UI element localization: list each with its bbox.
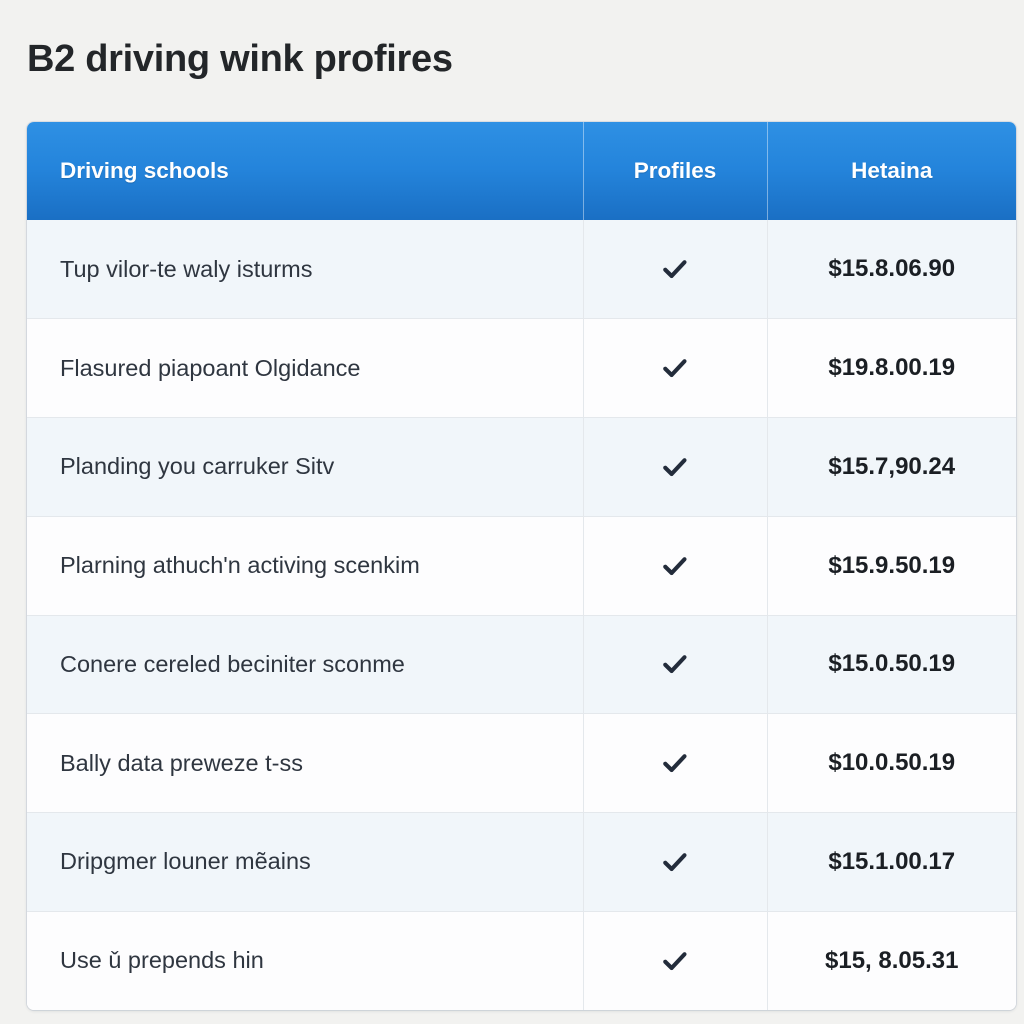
check-icon (660, 748, 690, 778)
check-icon (660, 649, 690, 679)
cell-driving-school-name: Planding you carruker Sitv (27, 417, 584, 517)
check-icon (660, 551, 690, 581)
page-root: B2 driving wink profires Driving schools… (0, 0, 1024, 1024)
cell-driving-school-name: Conere cereled beciniter sconme (27, 614, 584, 714)
column-header-hetaina[interactable]: Hetaina (767, 122, 1016, 220)
cell-driving-school-name: Flasured piapoant Olgidance (27, 318, 584, 418)
table-row[interactable]: Flasured piapoant Olgidance $19.8.00.19 (27, 318, 1016, 418)
cell-hetaina-price: $15.9.50.19 (767, 515, 1016, 615)
page-title: B2 driving wink profires (27, 38, 453, 80)
cell-driving-school-name: Plarning athuch'n activing scenkim (27, 515, 584, 615)
cell-profiles (583, 614, 768, 714)
check-icon (660, 353, 690, 383)
cell-profiles (583, 910, 768, 1010)
cell-hetaina-price: $15.8.06.90 (828, 255, 956, 283)
table-header: Driving schools Profiles Hetaina (27, 122, 1016, 220)
cell-hetaina-price: $15.0.50.19 (767, 614, 1016, 714)
table-row[interactable]: Dripgmer louner mẽains $15.1.00.17 (27, 812, 1016, 912)
table-row[interactable]: Bally data preweze t-ss $10.0.50.19 (27, 713, 1016, 813)
cell-profiles (583, 318, 768, 418)
check-icon (660, 254, 690, 284)
table-header-row: Driving schools Profiles Hetaina (27, 122, 1016, 220)
cell-hetaina-price: $19.8.00.19 (767, 318, 1016, 418)
cell-profiles (583, 220, 768, 319)
table-row[interactable]: Use ǔ prepends hin $15, 8.05.31 (27, 910, 1016, 1010)
check-icon (660, 946, 690, 976)
cell-profiles (583, 417, 768, 517)
column-header-driving-schools[interactable]: Driving schools (27, 122, 584, 220)
cell-profiles (583, 812, 768, 912)
cell-driving-school-name: Bally data preweze t-ss (27, 713, 584, 813)
check-icon (660, 847, 690, 877)
cell-hetaina-price: $15.7,90.24 (767, 417, 1016, 517)
table-row[interactable]: Tup vilor-te waly isturms $15.8.06.90 (27, 220, 1016, 319)
cell-hetaina-price: $15.1.00.17 (767, 812, 1016, 912)
table-row[interactable]: Conere cereled beciniter sconme $15.0.50.… (27, 614, 1016, 714)
cell-profiles (583, 515, 768, 615)
cell-driving-school-name: Tup vilor-te waly isturms (27, 220, 584, 319)
table-row[interactable]: Plarning athuch'n activing scenkim $15.9.… (27, 515, 1016, 615)
driving-schools-table-card: Driving schools Profiles Hetaina Tup vil… (27, 122, 1016, 1010)
check-icon (660, 452, 690, 482)
cell-driving-school-name: Dripgmer louner mẽains (27, 812, 584, 912)
cell-profiles (583, 713, 768, 813)
column-header-profiles[interactable]: Profiles (583, 122, 768, 220)
table-body: Tup vilor-te waly isturms $15.8.06.90 Flas… (27, 220, 1016, 1010)
table-row[interactable]: Planding you carruker Sitv $15.7,90.24 (27, 417, 1016, 517)
cell-hetaina-price: $15, 8.05.31 (767, 910, 1016, 1010)
cell-driving-school-name: Use ǔ prepends hin (27, 910, 584, 1010)
cell-hetaina-price: $10.0.50.19 (767, 713, 1016, 813)
driving-schools-table: Driving schools Profiles Hetaina Tup vil… (27, 122, 1016, 1010)
